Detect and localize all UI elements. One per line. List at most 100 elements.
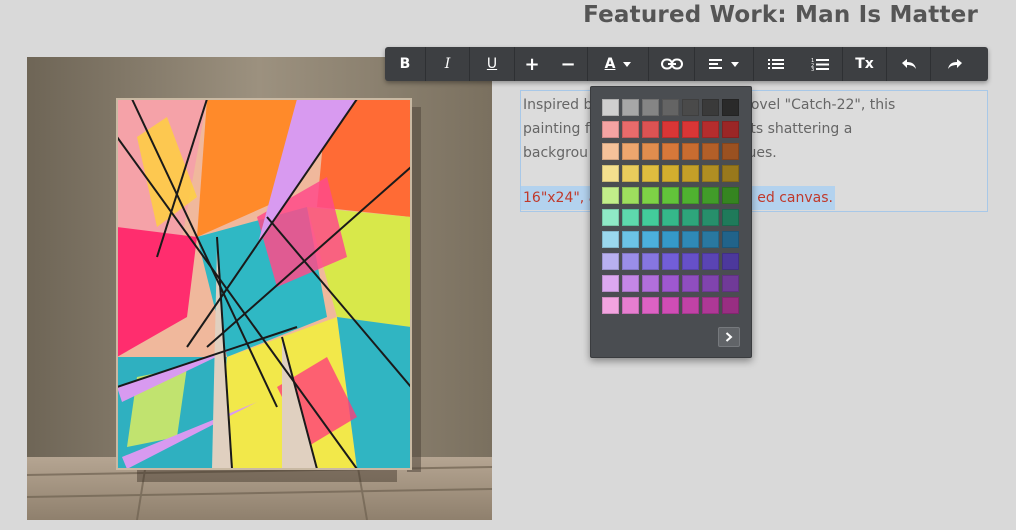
color-swatch[interactable] bbox=[722, 231, 739, 248]
link-button[interactable] bbox=[649, 47, 694, 81]
color-swatch[interactable] bbox=[642, 143, 659, 160]
color-swatch[interactable] bbox=[682, 297, 699, 314]
color-swatch[interactable] bbox=[722, 187, 739, 204]
color-swatch[interactable] bbox=[722, 165, 739, 182]
spec-fragment: 16"x24", a bbox=[523, 190, 598, 206]
italic-button[interactable]: I bbox=[426, 47, 469, 81]
color-swatch[interactable] bbox=[642, 297, 659, 314]
numbered-list-button[interactable]: 1 2 3 bbox=[797, 47, 842, 81]
color-swatch[interactable] bbox=[682, 121, 699, 138]
color-swatch[interactable] bbox=[702, 297, 719, 314]
color-swatch[interactable] bbox=[682, 187, 699, 204]
color-swatch[interactable] bbox=[682, 253, 699, 270]
color-swatch[interactable] bbox=[642, 209, 659, 226]
page-title: Featured Work: Man Is Matter bbox=[583, 2, 978, 28]
undo-button[interactable] bbox=[887, 47, 930, 81]
color-swatch[interactable] bbox=[662, 143, 679, 160]
color-swatch[interactable] bbox=[722, 143, 739, 160]
color-swatch[interactable] bbox=[702, 165, 719, 182]
color-swatch[interactable] bbox=[662, 275, 679, 292]
clear-formatting-button[interactable]: Tx bbox=[843, 47, 886, 81]
chevron-right-icon bbox=[725, 332, 733, 342]
color-swatch[interactable] bbox=[662, 121, 679, 138]
color-swatch[interactable] bbox=[722, 209, 739, 226]
color-swatch[interactable] bbox=[642, 231, 659, 248]
text-color-icon: A bbox=[604, 56, 616, 72]
color-swatch[interactable] bbox=[602, 275, 619, 292]
color-swatch[interactable] bbox=[602, 209, 619, 226]
color-swatch[interactable] bbox=[662, 297, 679, 314]
color-swatch[interactable] bbox=[662, 209, 679, 226]
increase-font-button[interactable]: + bbox=[515, 47, 549, 81]
underline-button[interactable]: U bbox=[470, 47, 514, 81]
color-swatch[interactable] bbox=[602, 297, 619, 314]
chevron-down-icon bbox=[623, 61, 632, 67]
color-swatch[interactable] bbox=[662, 231, 679, 248]
color-swatch[interactable] bbox=[622, 165, 639, 182]
color-swatch-grid bbox=[602, 99, 739, 314]
color-swatch[interactable] bbox=[682, 275, 699, 292]
color-swatch[interactable] bbox=[642, 165, 659, 182]
text-color-button[interactable]: A bbox=[588, 47, 648, 81]
color-swatch[interactable] bbox=[662, 187, 679, 204]
link-icon bbox=[660, 58, 683, 70]
color-swatch[interactable] bbox=[682, 165, 699, 182]
redo-button[interactable] bbox=[931, 47, 978, 81]
color-swatch[interactable] bbox=[662, 253, 679, 270]
color-swatch[interactable] bbox=[622, 143, 639, 160]
align-dropdown-button[interactable] bbox=[695, 47, 753, 81]
bullet-list-icon bbox=[767, 59, 784, 69]
description-fragment: Inspired b bbox=[523, 97, 593, 113]
description-fragment: painting f bbox=[523, 121, 590, 137]
color-swatch[interactable] bbox=[722, 99, 739, 116]
color-swatch[interactable] bbox=[622, 121, 639, 138]
color-swatch[interactable] bbox=[682, 99, 699, 116]
color-swatch[interactable] bbox=[642, 253, 659, 270]
color-swatch[interactable] bbox=[702, 275, 719, 292]
color-swatch[interactable] bbox=[702, 231, 719, 248]
color-swatch[interactable] bbox=[702, 121, 719, 138]
color-swatch[interactable] bbox=[622, 209, 639, 226]
color-swatch[interactable] bbox=[622, 253, 639, 270]
color-swatch[interactable] bbox=[702, 209, 719, 226]
color-swatch[interactable] bbox=[702, 253, 719, 270]
color-swatch[interactable] bbox=[602, 231, 619, 248]
redo-icon bbox=[947, 59, 962, 69]
bold-button[interactable]: B bbox=[385, 47, 425, 81]
color-swatch[interactable] bbox=[682, 231, 699, 248]
color-swatch[interactable] bbox=[642, 121, 659, 138]
color-swatch[interactable] bbox=[602, 253, 619, 270]
decrease-font-button[interactable]: − bbox=[549, 47, 587, 81]
color-swatch[interactable] bbox=[722, 253, 739, 270]
color-swatch[interactable] bbox=[622, 99, 639, 116]
color-swatch[interactable] bbox=[662, 99, 679, 116]
numbered-list-icon: 1 2 3 bbox=[811, 58, 829, 71]
color-swatch[interactable] bbox=[682, 143, 699, 160]
color-swatch[interactable] bbox=[722, 121, 739, 138]
color-swatch[interactable] bbox=[622, 231, 639, 248]
color-swatch[interactable] bbox=[722, 297, 739, 314]
color-swatch[interactable] bbox=[722, 275, 739, 292]
color-swatch[interactable] bbox=[602, 143, 619, 160]
color-swatch[interactable] bbox=[602, 165, 619, 182]
bullet-list-button[interactable] bbox=[754, 47, 797, 81]
align-left-icon bbox=[709, 59, 722, 69]
color-swatch[interactable] bbox=[642, 275, 659, 292]
color-swatch[interactable] bbox=[602, 99, 619, 116]
color-swatch[interactable] bbox=[702, 187, 719, 204]
color-swatch[interactable] bbox=[702, 143, 719, 160]
color-swatch[interactable] bbox=[622, 187, 639, 204]
color-swatch[interactable] bbox=[662, 165, 679, 182]
color-swatch[interactable] bbox=[642, 187, 659, 204]
undo-icon bbox=[901, 59, 916, 69]
color-swatch[interactable] bbox=[702, 99, 719, 116]
color-swatch[interactable] bbox=[622, 275, 639, 292]
spec-fragment: ed canvas. bbox=[757, 190, 833, 206]
more-colors-button[interactable] bbox=[718, 327, 740, 347]
color-swatch[interactable] bbox=[602, 187, 619, 204]
color-swatch[interactable] bbox=[642, 99, 659, 116]
chevron-down-icon bbox=[731, 61, 739, 67]
color-swatch[interactable] bbox=[682, 209, 699, 226]
color-swatch[interactable] bbox=[622, 297, 639, 314]
color-swatch[interactable] bbox=[602, 121, 619, 138]
